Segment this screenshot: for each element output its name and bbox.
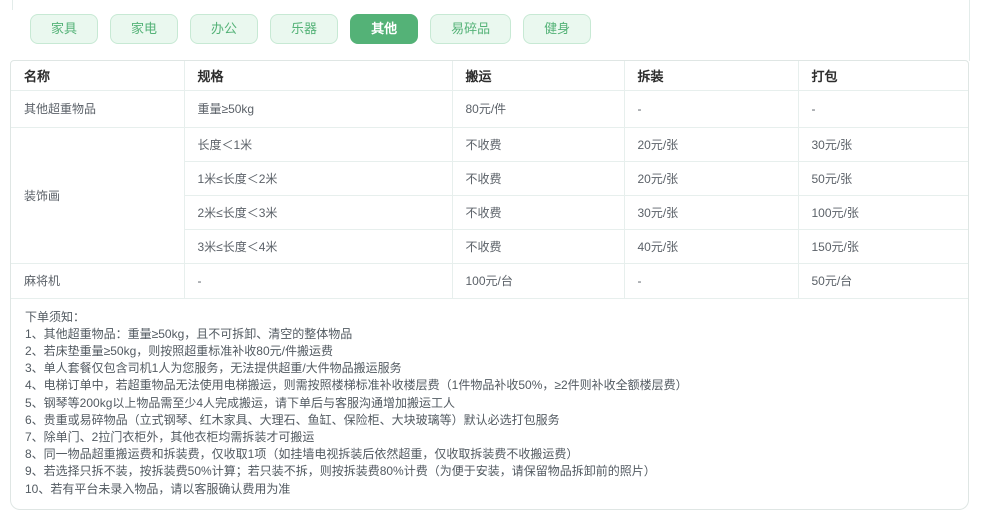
table-cell: - (623, 90, 798, 128)
table-cell: 不收费 (451, 229, 624, 264)
table-cell: 100元/张 (797, 195, 968, 230)
table-row: 装饰画 长度＜1米 不收费 20元/张 30元/张 (11, 127, 968, 264)
table-cell: 30元/张 (623, 195, 798, 230)
order-notes: 下单须知： 1、其他超重物品：重量≥50kg，且不可拆卸、清空的整体物品 2、若… (11, 299, 968, 498)
tab-furniture[interactable]: 家具 (30, 14, 99, 44)
table-cell: 150元/张 (797, 229, 968, 264)
top-right-border-artifact (969, 0, 970, 61)
category-tabs: 家具 家电 办公 乐器 其他 易碎品 健身 (30, 14, 592, 44)
table-cell: - (797, 90, 968, 128)
note-item-4: 4、电梯订单中，若超重物品无法使用电梯搬运，则需按照楼梯标准补收楼层费（1件物品… (25, 378, 688, 393)
table-cell: 50元/张 (797, 161, 968, 196)
pricing-table: 名称 规格 搬运 拆装 打包 其他超重物品 重量≥50kg 80元/件 - - … (11, 61, 968, 299)
tab-fragile[interactable]: 易碎品 (430, 14, 512, 44)
row-label: 其他超重物品 (11, 90, 184, 128)
table-cell: 80元/件 (451, 90, 624, 128)
row-label-merged: 装饰画 (11, 127, 184, 264)
table-cell: 20元/张 (623, 127, 798, 162)
table-cell: 长度＜1米 (183, 127, 452, 162)
column-header-move: 搬运 (451, 61, 624, 91)
note-item-8: 8、同一物品超重搬运费和拆装费，仅收取1项（如挂墙电视拆装后依然超重，仅收取拆装… (25, 447, 579, 462)
table-cell: 2米≤长度＜3米 (183, 195, 452, 230)
top-left-border-artifact (12, 0, 13, 10)
table-cell: 30元/张 (797, 127, 968, 162)
pricing-card: 名称 规格 搬运 拆装 打包 其他超重物品 重量≥50kg 80元/件 - - … (10, 60, 969, 510)
table-header-row: 名称 规格 搬运 拆装 打包 (11, 61, 968, 91)
table-cell: 40元/张 (623, 229, 798, 264)
table-cell: 重量≥50kg (183, 90, 452, 128)
table-cell: 不收费 (451, 127, 624, 162)
table-cell: 20元/张 (623, 161, 798, 196)
table-row: 其他超重物品 重量≥50kg 80元/件 - - (11, 90, 968, 128)
tab-fitness[interactable]: 健身 (523, 14, 592, 44)
note-item-6: 6、贵重或易碎物品（立式钢琴、红木家具、大理石、鱼缸、保险柜、大块玻璃等）默认必… (25, 412, 560, 427)
table-cell: 100元/台 (451, 263, 624, 299)
tab-office[interactable]: 办公 (190, 14, 259, 44)
table-cell: 3米≤长度＜4米 (183, 229, 452, 264)
column-header-pack: 打包 (797, 61, 968, 91)
pricing-page: 家具 家电 办公 乐器 其他 易碎品 健身 名称 规格 搬运 拆装 打包 其他超… (0, 0, 985, 528)
table-cell: - (183, 263, 452, 299)
table-row: 麻将机 - 100元/台 - 50元/台 (11, 263, 968, 299)
note-item-7: 7、除单门、2拉门衣柜外，其他衣柜均需拆装才可搬运 (25, 429, 315, 444)
note-item-5: 5、钢琴等200kg以上物品需至少4人完成搬运，请下单后与客服沟通增加搬运工人 (25, 395, 456, 410)
column-header-spec: 规格 (183, 61, 452, 91)
table-cell: 1米≤长度＜2米 (183, 161, 452, 196)
notes-title: 下单须知： (25, 309, 86, 324)
note-item-3: 3、单人套餐仅包含司机1人为您服务，无法提供超重/大件物品搬运服务 (25, 361, 402, 376)
tab-instruments[interactable]: 乐器 (270, 14, 339, 44)
column-header-disassembly: 拆装 (623, 61, 798, 91)
tab-appliances[interactable]: 家电 (110, 14, 179, 44)
note-item-2: 2、若床垫重量≥50kg，则按照超重标准补收80元/件搬运费 (25, 343, 333, 358)
table-cell: - (623, 263, 798, 299)
table-cell: 不收费 (451, 161, 624, 196)
tab-other-active[interactable]: 其他 (350, 14, 419, 44)
note-item-1: 1、其他超重物品：重量≥50kg，且不可拆卸、清空的整体物品 (25, 326, 353, 341)
row-label: 麻将机 (11, 263, 184, 299)
note-item-9: 9、若选择只拆不装，按拆装费50%计算；若只装不拆，则按拆装费80%计费（为便于… (25, 464, 656, 479)
column-header-name: 名称 (11, 61, 184, 91)
note-item-10: 10、若有平台未录入物品，请以客服确认费用为准 (25, 481, 291, 496)
table-cell: 不收费 (451, 195, 624, 230)
table-cell: 50元/台 (797, 263, 968, 299)
